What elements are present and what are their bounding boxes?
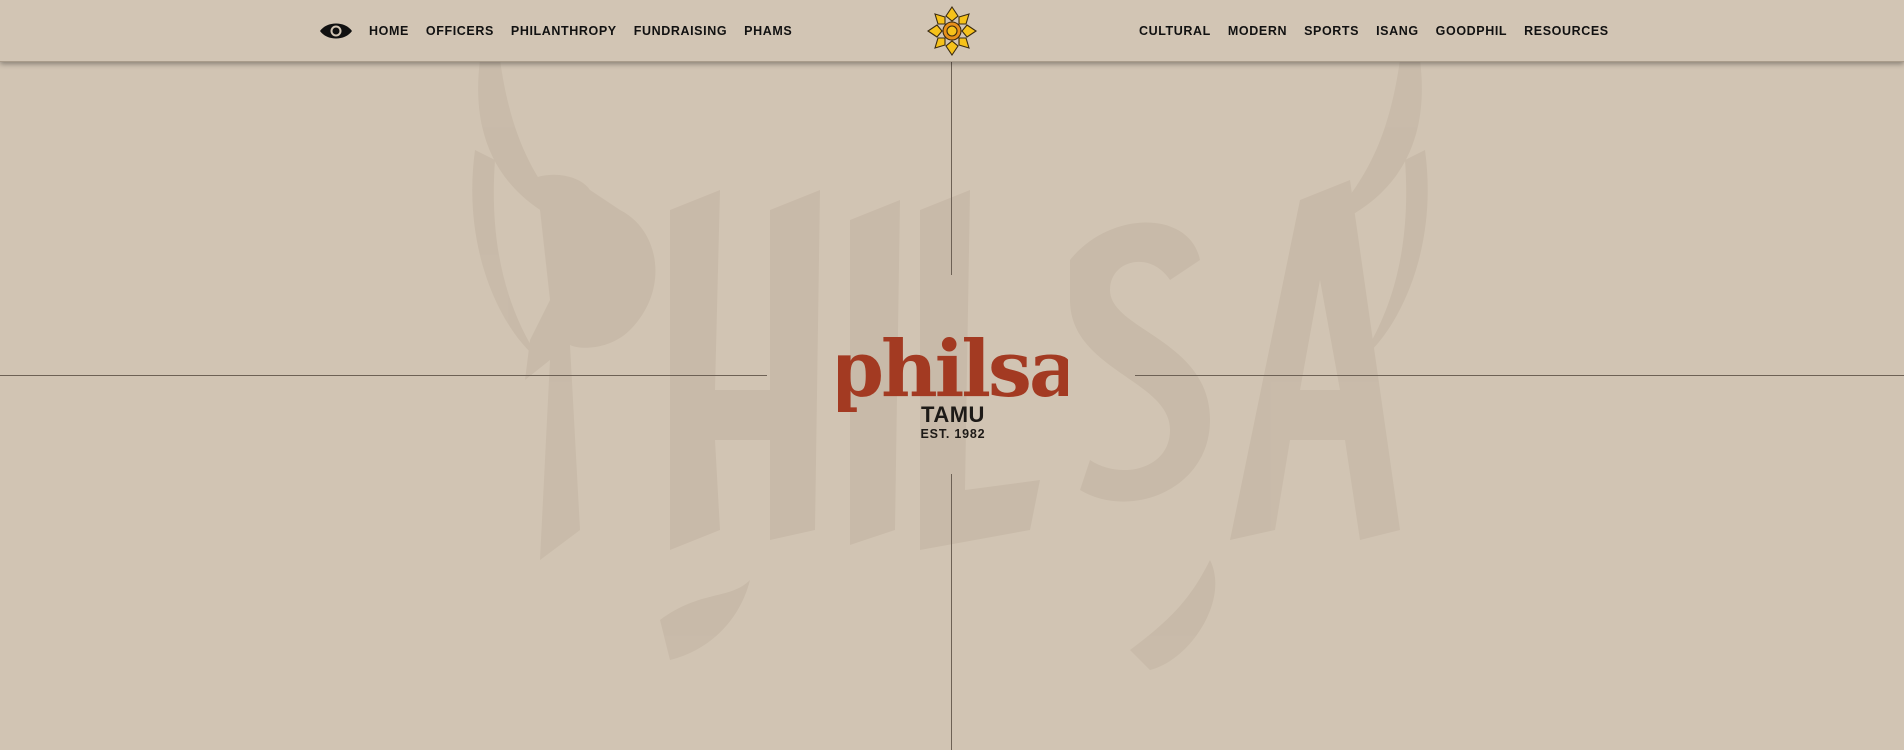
nav-item-modern[interactable]: MODERN [1228,24,1287,38]
eye-icon[interactable] [319,19,353,43]
nav-item-philanthropy[interactable]: PHILANTHROPY [511,24,617,38]
nav-item-officers[interactable]: OFFICERS [426,24,494,38]
nav-item-sports[interactable]: SPORTS [1304,24,1359,38]
sun-flower-logo-icon[interactable] [927,6,977,56]
vertical-divider-bottom [951,474,952,750]
vertical-divider-top [951,61,952,275]
logo-established: EST. 1982 [920,427,986,441]
nav-item-goodphil[interactable]: GOODPHIL [1436,24,1507,38]
nav-item-resources[interactable]: RESOURCES [1524,24,1609,38]
horizontal-divider-left [0,375,767,376]
horizontal-divider-right [1135,375,1904,376]
nav-item-cultural[interactable]: CULTURAL [1139,24,1211,38]
nav-left: HOME OFFICERS PHILANTHROPY FUNDRAISING P… [369,0,809,62]
page: philsa TAMU EST. 1982 HOME OFFICERS PHIL… [0,0,1904,750]
hero-logo: philsa TAMU EST. 1982 [838,318,1068,441]
site-header: HOME OFFICERS PHILANTHROPY FUNDRAISING P… [0,0,1904,62]
nav-item-fundraising[interactable]: FUNDRAISING [634,24,727,38]
nav-right: CULTURAL MODERN SPORTS ISANG GOODPHIL RE… [1139,0,1626,62]
nav-item-phams[interactable]: PHAMS [744,24,792,38]
nav-item-home[interactable]: HOME [369,24,409,38]
nav-item-isang[interactable]: ISANG [1376,24,1419,38]
logo-subtitle: TAMU [921,402,985,427]
